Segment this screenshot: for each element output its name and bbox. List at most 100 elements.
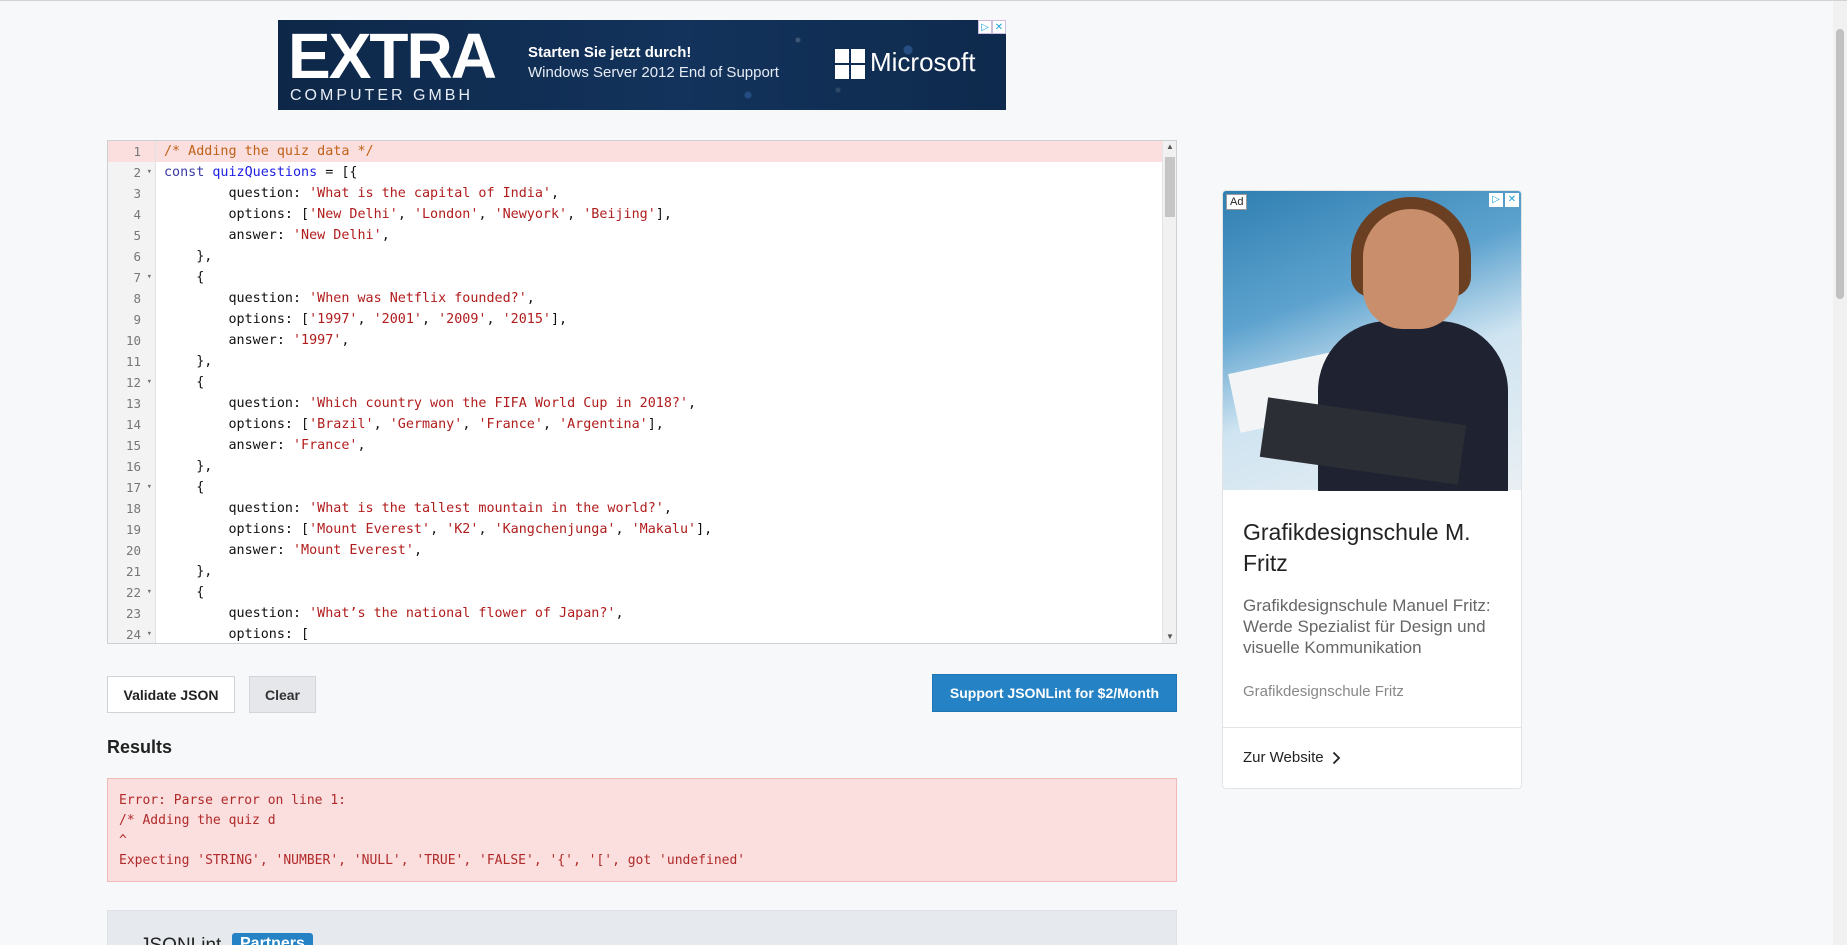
code-token: answer: — [164, 543, 293, 558]
code-line[interactable]: options: ['Brazil', 'Germany', 'France',… — [156, 414, 1162, 435]
code-line[interactable]: question: 'What is the capital of India'… — [156, 183, 1162, 204]
code-token: 'New Delhi' — [293, 228, 382, 243]
line-number: 14 — [125, 417, 141, 432]
code-token: 'Makalu' — [631, 522, 697, 537]
code-line[interactable]: { — [156, 477, 1162, 498]
ad-tag: Ad — [1226, 194, 1248, 210]
code-token: , — [462, 417, 479, 432]
ad-cta-link[interactable]: Zur Website — [1243, 749, 1341, 766]
line-number: 10 — [125, 333, 141, 348]
results-title: Results — [107, 737, 173, 757]
code-token: options: [ — [164, 312, 310, 327]
ad-cta-label: Zur Website — [1243, 749, 1324, 766]
line-number: 4 — [133, 207, 141, 222]
adchoices-icon[interactable]: ▷ — [1489, 193, 1503, 207]
line-number[interactable]: 17 — [108, 477, 155, 498]
code-line[interactable]: { — [156, 372, 1162, 393]
code-token: , — [486, 312, 503, 327]
code-line[interactable]: options: ['1997', '2001', '2009', '2015'… — [156, 309, 1162, 330]
code-token: 'What is the tallest mountain in the wor… — [309, 501, 664, 516]
code-token: question: — [164, 396, 310, 411]
code-line[interactable]: options: ['New Delhi', 'London', 'Newyor… — [156, 204, 1162, 225]
close-ad-icon[interactable]: ✕ — [1505, 193, 1519, 207]
editor-scroll-thumb[interactable] — [1165, 157, 1175, 217]
code-line[interactable]: answer: 'France', — [156, 435, 1162, 456]
close-ad-icon[interactable]: ✕ — [992, 20, 1006, 34]
code-token: answer: — [164, 438, 293, 453]
code-token: 'Beijing' — [583, 207, 656, 222]
editor-scrollbar[interactable]: ▲ ▼ — [1162, 141, 1176, 643]
code-line[interactable]: }, — [156, 351, 1162, 372]
line-number[interactable]: 2 — [108, 162, 155, 183]
code-token: question: — [164, 606, 310, 621]
code-token: 'Newyork' — [494, 207, 568, 222]
line-number[interactable]: 7 — [108, 267, 155, 288]
code-line[interactable]: { — [156, 267, 1162, 288]
code-token: 'Germany' — [389, 417, 463, 432]
code-line[interactable]: }, — [156, 561, 1162, 582]
clear-button[interactable]: Clear — [249, 676, 316, 713]
code-line[interactable]: { — [156, 582, 1162, 603]
banner-subline: Windows Server 2012 End of Support — [528, 64, 779, 81]
code-token: 'Brazil' — [309, 417, 374, 432]
code-token: ], — [696, 522, 713, 537]
code-line[interactable]: answer: 'New Delhi', — [156, 225, 1162, 246]
code-line[interactable]: question: 'What is the tallest mountain … — [156, 498, 1162, 519]
code-token: = [{ — [317, 165, 358, 180]
code-token: 'London' — [413, 207, 479, 222]
code-token: options: [ — [164, 207, 310, 222]
page-scrollbar[interactable] — [1833, 1, 1847, 945]
adchoices-icon[interactable]: ▷ — [978, 20, 992, 34]
code-line[interactable]: }, — [156, 456, 1162, 477]
microsoft-logo-icon — [835, 49, 865, 79]
code-token: , — [615, 522, 632, 537]
code-token: , — [542, 417, 560, 432]
code-line[interactable]: question: 'Which country won the FIFA Wo… — [156, 393, 1162, 414]
code-line[interactable]: options: [ — [156, 624, 1162, 643]
line-number: 1 — [108, 141, 155, 162]
code-token: , — [357, 312, 374, 327]
code-token: , — [357, 438, 366, 453]
ad-description: Grafikdesignschule Manuel Fritz: Werde S… — [1243, 596, 1491, 657]
scroll-down-icon[interactable]: ▼ — [1163, 631, 1176, 643]
code-token: 'New Delhi' — [309, 207, 398, 222]
code-token: 'Mount Everest' — [293, 543, 414, 558]
code-line[interactable]: options: ['Mount Everest', 'K2', 'Kangch… — [156, 519, 1162, 540]
line-number: 20 — [125, 543, 141, 558]
side-ad[interactable]: Ad ▷ ✕ Grafikdesignschule M. Fritz Grafi… — [1222, 190, 1522, 789]
code-line[interactable]: answer: '1997', — [156, 330, 1162, 351]
code-line[interactable]: /* Adding the quiz data */ — [156, 141, 1162, 162]
code-area[interactable]: /* Adding the quiz data */ const quizQues… — [156, 141, 1162, 643]
page-scroll-thumb[interactable] — [1836, 29, 1844, 299]
code-line[interactable]: answer: 'Mount Everest', — [156, 540, 1162, 561]
code-token: '1997' — [293, 333, 342, 348]
scroll-up-icon[interactable]: ▲ — [1163, 141, 1176, 153]
ad-photo[interactable]: Ad ▷ ✕ — [1223, 191, 1521, 491]
partners-badge: Partners — [232, 933, 313, 945]
ad-title[interactable]: Grafikdesignschule M. Fritz — [1243, 517, 1503, 579]
code-line[interactable]: }, — [156, 246, 1162, 267]
code-token: 'Argentina' — [559, 417, 648, 432]
line-number: 19 — [125, 522, 141, 537]
validate-json-button[interactable]: Validate JSON — [107, 676, 235, 713]
code-token: , — [550, 186, 560, 201]
code-token: '1997' — [309, 312, 358, 327]
line-number: 3 — [133, 186, 141, 201]
line-number[interactable]: 24 — [108, 624, 155, 643]
line-number: 6 — [133, 249, 141, 264]
line-number: 16 — [125, 459, 141, 474]
code-token: }, — [164, 564, 213, 579]
code-token: 'France' — [293, 438, 358, 453]
code-line[interactable]: question: 'What’s the national flower of… — [156, 603, 1162, 624]
json-editor[interactable]: 123456789101112131415161718192021222324 … — [107, 140, 1177, 644]
code-token: 'Mount Everest' — [309, 522, 431, 537]
line-number[interactable]: 12 — [108, 372, 155, 393]
code-line[interactable]: question: 'When was Netflix founded?', — [156, 288, 1162, 309]
code-token: options: [ — [164, 627, 310, 642]
top-banner-ad[interactable]: EXTRA COMPUTER GMBH Starten Sie jetzt du… — [278, 20, 1006, 110]
code-token: }, — [164, 459, 213, 474]
code-line[interactable]: const quizQuestions = [{ — [156, 162, 1162, 183]
line-number[interactable]: 22 — [108, 582, 155, 603]
code-token: 'Kangchenjunga' — [494, 522, 616, 537]
support-button[interactable]: Support JSONLint for $2/Month — [932, 674, 1177, 712]
